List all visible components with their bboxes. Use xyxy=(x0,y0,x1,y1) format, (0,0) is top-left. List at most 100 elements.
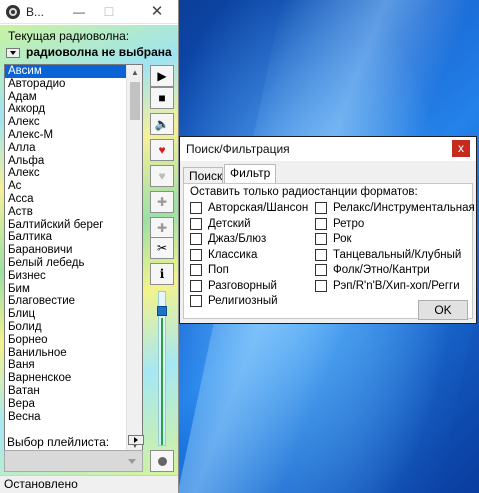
play-button[interactable]: ▶ xyxy=(150,65,174,87)
station-list-item[interactable]: Бим xyxy=(5,283,127,296)
mute-button[interactable]: 🔈 xyxy=(150,113,174,135)
format-checkbox[interactable]: Авторская/Шансон xyxy=(190,202,308,216)
format-checkbox[interactable]: Классика xyxy=(190,248,258,263)
station-list-item[interactable]: Авсим xyxy=(5,65,127,78)
station-list-item[interactable]: Вера xyxy=(5,398,127,411)
station-list-item[interactable]: Болид xyxy=(5,321,127,334)
station-list-item[interactable]: Адам xyxy=(5,91,127,104)
plugin-icon: ✚ xyxy=(156,221,168,235)
filter-panel: Оставить только радиостанции форматов: А… xyxy=(183,183,475,320)
format-checkbox[interactable]: Религиозный xyxy=(190,295,278,309)
app-icon xyxy=(6,5,20,19)
station-list-item[interactable]: Балтийский берег xyxy=(5,219,127,232)
close-button[interactable]: ✕ xyxy=(146,3,168,21)
checkbox-label: Фолк/Этно/Кантри xyxy=(333,264,430,276)
format-checkbox[interactable]: Поп xyxy=(190,264,229,278)
checkbox-box[interactable] xyxy=(315,217,327,230)
checkbox-label: Классика xyxy=(208,248,258,261)
station-list-item[interactable]: Асса xyxy=(5,193,127,206)
station-list-item[interactable]: Ватан xyxy=(5,385,127,398)
playlist-select[interactable] xyxy=(4,450,143,472)
heart-icon: ♥ xyxy=(158,143,166,157)
checkbox-label: Авторская/Шансон xyxy=(208,202,309,214)
stop-button[interactable]: ■ xyxy=(150,87,174,109)
settings-button[interactable]: ✂ xyxy=(150,237,174,259)
playlist-open-button[interactable] xyxy=(128,435,144,445)
record-button[interactable] xyxy=(150,450,174,472)
favorite-button[interactable]: ♥ xyxy=(150,139,174,161)
station-list-item[interactable]: Ваня xyxy=(5,359,127,372)
checkbox-box[interactable] xyxy=(190,202,202,214)
checkbox-box[interactable] xyxy=(315,279,327,292)
format-checkbox[interactable]: Релакс/Инструментальная xyxy=(315,202,475,216)
checkbox-box[interactable] xyxy=(190,295,202,307)
checkbox-label: Рок xyxy=(333,233,352,245)
dialog-titlebar[interactable]: Поиск/Фильтрация x xyxy=(180,137,476,161)
checkbox-label: Разговорный xyxy=(208,279,277,292)
volume-thumb[interactable] xyxy=(157,306,167,316)
station-list-item[interactable]: Алекс xyxy=(5,116,127,129)
station-list[interactable]: Авсим Авторадио Адам Аккорд Алекс Алекс-М Алла… xyxy=(4,64,143,455)
station-list-item[interactable]: Благовестие xyxy=(5,295,127,308)
tab-filter[interactable]: Фильтр xyxy=(224,164,276,184)
dialog-title: Поиск/Фильтрация xyxy=(186,142,290,156)
checkbox-box[interactable] xyxy=(190,279,202,292)
station-list-item[interactable]: Аккорд xyxy=(5,103,127,116)
station-list-item[interactable]: Аств xyxy=(5,206,127,219)
chevron-down-icon[interactable] xyxy=(6,48,20,58)
format-checkbox[interactable]: Ретро xyxy=(315,217,364,232)
station-list-item[interactable]: Борнео xyxy=(5,334,127,347)
station-list-item[interactable]: Весна xyxy=(5,411,127,424)
scroll-thumb[interactable] xyxy=(130,82,140,120)
maximize-button[interactable]: ☐ xyxy=(98,3,120,21)
scroll-up-icon[interactable]: ▲ xyxy=(127,65,142,81)
status-bar: Остановлено xyxy=(0,475,178,493)
checkbox-box[interactable] xyxy=(190,233,202,245)
format-checkbox[interactable]: Рэп/R'n'B/Хип-хоп/Регги xyxy=(315,279,460,294)
radio-titlebar[interactable]: В... — ☐ ✕ xyxy=(0,0,178,24)
checkbox-box[interactable] xyxy=(190,248,202,261)
plugin2-button[interactable]: ✚ xyxy=(150,217,174,239)
station-list-item[interactable]: Ас xyxy=(5,180,127,193)
station-list-item[interactable]: Альфа xyxy=(5,155,127,168)
list-scrollbar[interactable]: ▲ ▼ xyxy=(126,65,142,454)
format-checkbox[interactable]: Рок xyxy=(315,233,352,247)
station-list-item[interactable]: Белый лебедь xyxy=(5,257,127,270)
checkbox-box[interactable] xyxy=(315,264,327,276)
checkbox-box[interactable] xyxy=(315,202,327,214)
unfavorite-button[interactable]: ♥ xyxy=(150,165,174,187)
station-list-item[interactable]: Барановичи xyxy=(5,244,127,257)
station-list-item[interactable]: Алекс xyxy=(5,167,127,180)
volume-slider[interactable] xyxy=(157,291,167,446)
station-list-item[interactable]: Варненское xyxy=(5,372,127,385)
checkbox-box[interactable] xyxy=(315,233,327,245)
plugin-icon: ✚ xyxy=(156,195,168,209)
station-list-item[interactable]: Блиц xyxy=(5,308,127,321)
station-list-item[interactable]: Бизнес xyxy=(5,270,127,283)
dialog-close-button[interactable]: x xyxy=(452,140,470,157)
checkbox-box[interactable] xyxy=(190,217,202,230)
window-title: В... xyxy=(26,5,45,19)
station-list-item[interactable]: Алекс-М xyxy=(5,129,127,142)
format-checkbox[interactable]: Разговорный xyxy=(190,279,277,294)
format-checkbox[interactable]: Танцевальный/Клубный xyxy=(315,248,461,263)
station-list-item[interactable]: Ванильное xyxy=(5,347,127,360)
plugin-button[interactable]: ✚ xyxy=(150,191,174,213)
station-list-item[interactable]: Балтика xyxy=(5,231,127,244)
info-button[interactable]: i xyxy=(150,263,174,285)
radio-window: В... — ☐ ✕ Текущая радиоволна: радиоволн… xyxy=(0,0,179,493)
tab-search[interactable]: Поиск xyxy=(183,167,223,183)
speaker-icon: 🔈 xyxy=(154,117,170,131)
format-checkbox[interactable]: Фолк/Этно/Кантри xyxy=(315,264,430,278)
minimize-button[interactable]: — xyxy=(68,3,90,21)
format-checkbox[interactable]: Детский xyxy=(190,217,251,232)
ok-button[interactable]: OK xyxy=(418,300,468,320)
station-list-item[interactable]: Алла xyxy=(5,142,127,155)
volume-fill xyxy=(161,318,163,445)
checkbox-box[interactable] xyxy=(190,264,202,276)
info-icon: i xyxy=(159,267,165,281)
station-list-item[interactable]: Авторадио xyxy=(5,78,127,91)
format-checkbox[interactable]: Джаз/Блюз xyxy=(190,233,266,247)
checkbox-box[interactable] xyxy=(315,248,327,261)
checkbox-label: Релакс/Инструментальная xyxy=(333,202,475,214)
